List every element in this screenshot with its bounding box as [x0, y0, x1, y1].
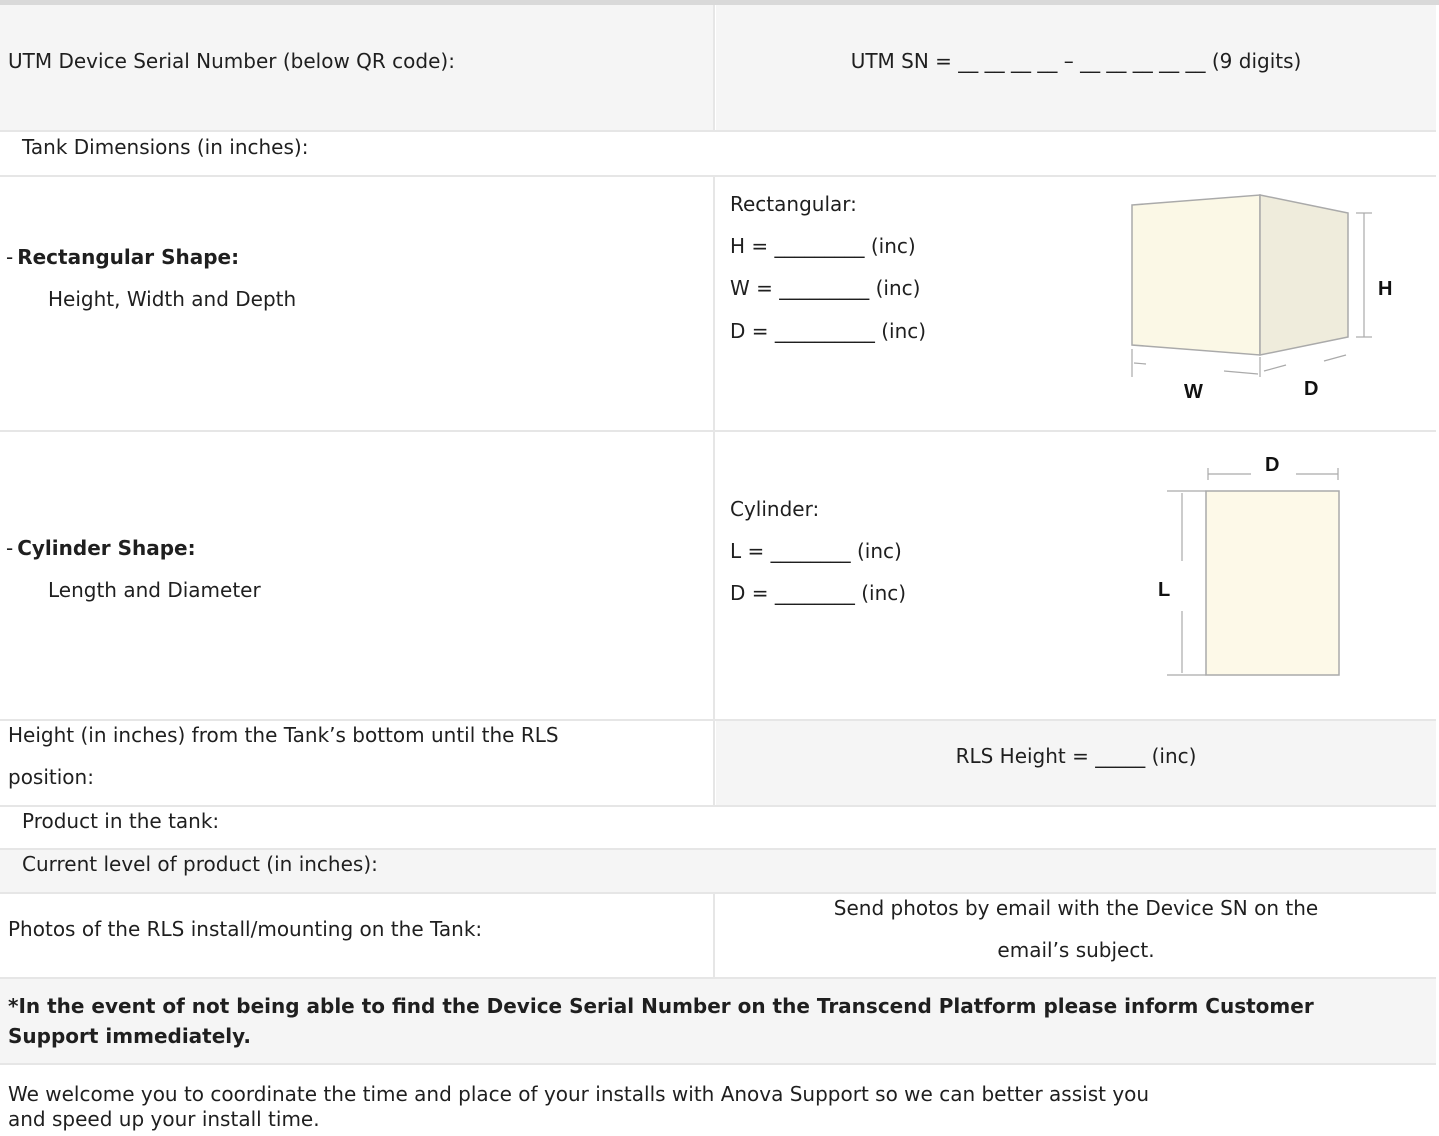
rectangular-dash: -	[6, 245, 14, 269]
cylinder-body	[1205, 490, 1340, 676]
photos-label: Photos of the RLS install/mounting on th…	[8, 917, 483, 941]
serial-value: UTM SN = __ __ __ __ – __ __ __ __ __ (9…	[850, 49, 1302, 73]
note-cell: *In the event of not being able to find …	[0, 979, 1436, 1063]
cylinder-l-line: L = ________ (inc)	[730, 539, 902, 563]
welcome-line2: and speed up your install time.	[8, 1107, 320, 1131]
width-letter: W	[1184, 381, 1203, 403]
photos-value-line2: email’s subject.	[997, 938, 1155, 962]
note-line2: Support immediately.	[8, 1024, 251, 1048]
cylinder-dash: -	[6, 536, 14, 560]
cylinder-tank-diagram: D L	[1158, 454, 1340, 676]
rectangular-title: Rectangular Shape:	[17, 245, 240, 269]
box-side-face	[1259, 194, 1349, 356]
tank-dimensions-cell: Tank Dimensions (in inches):	[0, 132, 1436, 175]
rectangular-label-cell: - Rectangular Shape: Height, Width and De…	[0, 177, 715, 430]
cylinder-label-cell: - Cylinder Shape: Length and Diameter	[0, 432, 715, 719]
welcome-line1: We welcome you to coordinate the time an…	[8, 1082, 1150, 1106]
cylinder-row: - Cylinder Shape: Length and Diameter Cyl…	[0, 432, 1436, 721]
product-label: Product in the tank:	[22, 809, 220, 833]
diameter-letter: D	[1265, 454, 1279, 476]
rectangular-w-line: W = _________ (inc)	[730, 276, 921, 300]
tank-dimensions-row: Tank Dimensions (in inches):	[0, 132, 1436, 177]
rectangular-title-line: - Rectangular Shape:	[6, 236, 239, 278]
serial-label: UTM Device Serial Number (below QR code)…	[8, 49, 455, 73]
serial-label-cell: UTM Device Serial Number (below QR code)…	[0, 5, 715, 130]
current-level-cell: Current level of product (in inches):	[0, 850, 1436, 892]
cylinder-value-cell: Cylinder: L = ________ (inc) D = _______…	[716, 432, 1436, 719]
cylinder-subtitle: Length and Diameter	[48, 578, 261, 602]
photos-row: Photos of the RLS install/mounting on th…	[0, 894, 1436, 979]
cylinder-heading: Cylinder:	[730, 497, 820, 521]
height-letter: H	[1378, 278, 1392, 300]
serial-row: UTM Device Serial Number (below QR code)…	[0, 5, 1436, 132]
tank-dimensions-label: Tank Dimensions (in inches):	[22, 135, 309, 159]
length-letter: L	[1158, 579, 1170, 601]
cylinder-d-line: D = ________ (inc)	[730, 581, 907, 605]
note-row: *In the event of not being able to find …	[0, 979, 1436, 1065]
cylinder-title-line: - Cylinder Shape:	[6, 527, 196, 569]
rectangular-value-cell: Rectangular: H = _________ (inc) W = ___…	[716, 177, 1436, 430]
height-dimension-line	[1356, 212, 1372, 338]
rls-height-row: Height (in inches) from the Tank’s botto…	[0, 721, 1436, 807]
current-level-label: Current level of product (in inches):	[22, 852, 378, 876]
rls-height-label-line2: position:	[8, 765, 94, 789]
box-front-face	[1131, 194, 1261, 356]
rls-height-label-cell: Height (in inches) from the Tank’s botto…	[0, 721, 715, 805]
rls-height-value: RLS Height = _____ (inc)	[955, 744, 1197, 768]
rls-height-label-line1: Height (in inches) from the Tank’s botto…	[8, 723, 559, 747]
serial-value-cell: UTM SN = __ __ __ __ – __ __ __ __ __ (9…	[716, 5, 1436, 130]
rectangular-d-line: D = __________ (inc)	[730, 319, 927, 343]
rectangular-row: - Rectangular Shape: Height, Width and De…	[0, 177, 1436, 432]
product-cell: Product in the tank:	[0, 807, 1436, 848]
rectangular-heading: Rectangular:	[730, 192, 857, 216]
length-dimension-line	[1167, 490, 1206, 676]
note-line1: *In the event of not being able to find …	[8, 994, 1314, 1018]
rectangular-subtitle: Height, Width and Depth	[48, 287, 297, 311]
depth-letter: D	[1304, 378, 1318, 400]
photos-value-cell: Send photos by email with the Device SN …	[716, 894, 1436, 977]
rectangular-tank-diagram: H W D	[1131, 194, 1392, 403]
depth-dimension-line	[1263, 354, 1347, 372]
photos-value-line1: Send photos by email with the Device SN …	[833, 896, 1319, 920]
rectangular-h-line: H = _________ (inc)	[730, 234, 916, 258]
rls-height-value-cell: RLS Height = _____ (inc)	[716, 721, 1436, 805]
photos-label-cell: Photos of the RLS install/mounting on th…	[0, 894, 715, 977]
welcome-block: We welcome you to coordinate the time an…	[0, 1065, 1436, 1136]
cylinder-title: Cylinder Shape:	[17, 536, 196, 560]
